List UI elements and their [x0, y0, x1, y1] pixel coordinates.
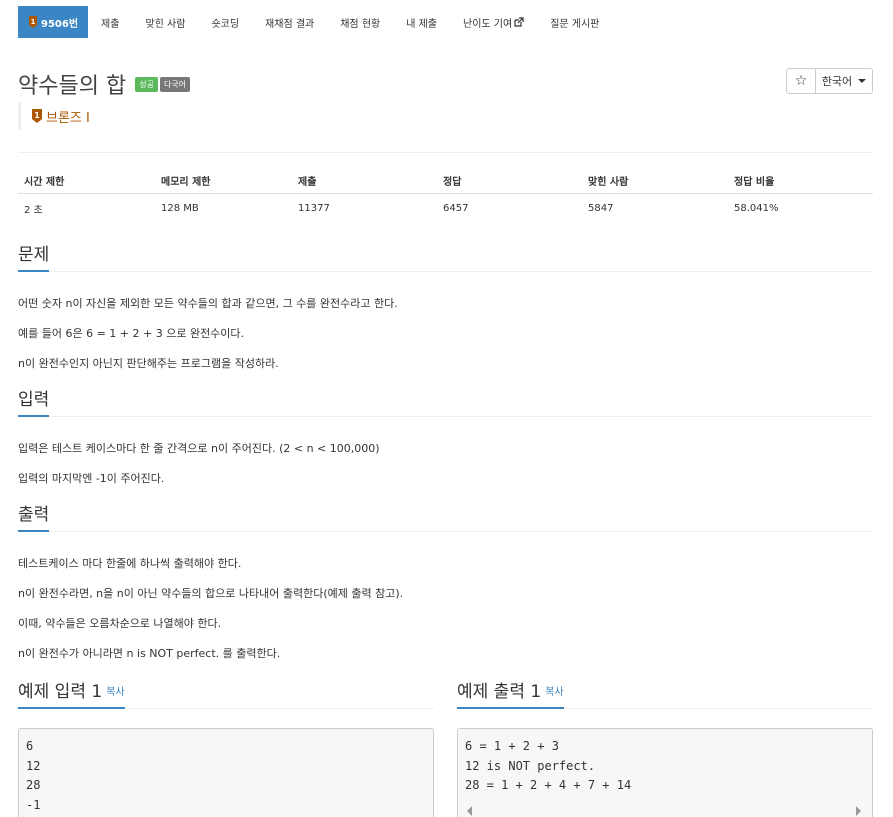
tab-my-submissions[interactable]: 내 제출	[393, 6, 450, 38]
section-problem-heading: 문제	[18, 244, 873, 272]
sample-output-heading: 예제 출력 1 복사	[457, 681, 564, 709]
sample-input-title: 예제 입력 1	[18, 682, 103, 702]
output-text-line: 테스트케이스 마다 한줄에 하나씩 출력해야 한다.	[18, 557, 242, 570]
sample-output-title: 예제 출력 1	[457, 682, 542, 702]
success-badge: 성공	[135, 76, 158, 92]
time-limit-value: 2 초	[24, 204, 43, 216]
problem-nav-tabs: 1 9506번 제출 맞힌 사람 숏코딩 재채점 결과 채점 현황 내 제출 난…	[18, 6, 612, 38]
header-solved-users: 맞힌 사람	[588, 177, 629, 188]
section-input-heading: 입력	[18, 389, 873, 417]
tab-judge-status[interactable]: 채점 현황	[327, 6, 393, 38]
table-row: 2 초 128 MB 11377 6457 5847 58.041%	[18, 194, 873, 222]
sample-input-heading-row: 예제 입력 1 복사	[18, 681, 434, 709]
page-title: 약수들의 합	[18, 74, 127, 99]
solved-users-value: 5847	[588, 202, 614, 214]
sample-input-heading: 예제 입력 1 복사	[18, 681, 125, 709]
input-text-line: 입력은 테스트 케이스마다 한 줄 간격으로 n이 주어진다. (2 < n <…	[18, 442, 380, 455]
tab-problem[interactable]: 1 9506번	[18, 6, 89, 38]
header-memory-limit: 메모리 제한	[161, 177, 211, 188]
section-output-heading: 출력	[18, 504, 873, 532]
problem-text-line: n이 완전수인지 아닌지 판단해주는 프로그램을 작성하라.	[18, 357, 279, 370]
accept-ratio-value: 58.041%	[734, 202, 779, 214]
tab-short-coding[interactable]: 숏코딩	[198, 6, 252, 38]
header-time-limit: 시간 제한	[24, 177, 65, 188]
output-text-line: 이때, 약수들은 오름차순으로 나열해야 한다.	[18, 617, 222, 630]
input-heading: 입력	[18, 389, 50, 417]
svg-text:1: 1	[34, 111, 40, 120]
tab-submit[interactable]: 제출	[88, 6, 132, 38]
submissions-value: 11377	[298, 202, 330, 214]
problem-number: 9506번	[41, 18, 79, 30]
tier-block: 1 브론즈 I	[18, 102, 90, 130]
language-label: 한국어	[821, 75, 853, 88]
svg-text:1: 1	[31, 18, 36, 26]
tab-difficulty-contribution[interactable]: 난이도 기여	[450, 6, 537, 38]
copy-sample-output-button[interactable]: 복사	[545, 687, 563, 698]
language-dropdown[interactable]: 한국어	[815, 68, 873, 94]
star-icon: ☆	[794, 73, 808, 89]
tab-rejudge-results[interactable]: 재채점 결과	[252, 6, 327, 38]
problem-info-table: 시간 제한 메모리 제한 제출 정답 맞힌 사람 정답 비율 2 초 128 M…	[18, 168, 873, 222]
sample-output-heading-row: 예제 출력 1 복사	[457, 681, 873, 709]
output-text-line: n이 완전수가 아니라면 n is NOT perfect. 를 출력한다.	[18, 647, 281, 660]
header-accept-ratio: 정답 비율	[734, 177, 775, 188]
page-title-row: 약수들의 합 성공 다국어	[18, 68, 191, 100]
caret-down-icon	[858, 79, 867, 83]
favorite-star-button[interactable]: ☆	[786, 68, 816, 94]
tab-question-board[interactable]: 질문 게시판	[537, 6, 612, 38]
memory-limit-value: 128 MB	[161, 202, 199, 214]
tab-difficulty-label: 난이도 기여	[463, 18, 513, 30]
scroll-left-arrow-icon[interactable]	[467, 806, 472, 816]
external-link-icon	[514, 17, 524, 27]
divider	[18, 152, 873, 153]
tier-label[interactable]: 브론즈 I	[46, 107, 90, 126]
header-accepted: 정답	[443, 177, 462, 188]
multilang-badge: 다국어	[159, 76, 191, 92]
output-heading: 출력	[18, 504, 50, 532]
header-submissions: 제출	[298, 177, 317, 188]
scroll-right-arrow-icon[interactable]	[856, 806, 861, 816]
input-text-line: 입력의 마지막엔 -1이 주어진다.	[18, 472, 165, 485]
output-text-line: n이 완전수라면, n을 n이 아닌 약수들의 합으로 나타내어 출력한다(예제…	[18, 587, 404, 600]
tab-solved-users[interactable]: 맞힌 사람	[132, 6, 198, 38]
sample-output-box[interactable]: 6 = 1 + 2 + 3 12 is NOT perfect. 28 = 1 …	[457, 728, 873, 817]
table-header-row: 시간 제한 메모리 제한 제출 정답 맞힌 사람 정답 비율	[18, 168, 873, 194]
copy-sample-input-button[interactable]: 복사	[106, 687, 124, 698]
problem-text-line: 어떤 숫자 n이 자신을 제외한 모든 약수들의 합과 같으면, 그 수를 완전…	[18, 297, 398, 310]
problem-text-line: 예를 들어 6은 6 = 1 + 2 + 3 으로 완전수이다.	[18, 327, 245, 340]
bronze-tier-icon: 1	[32, 109, 42, 123]
bronze-medal-icon: 1	[29, 16, 37, 28]
accepted-value: 6457	[443, 202, 469, 214]
problem-heading: 문제	[18, 244, 50, 272]
sample-input-box[interactable]: 6 12 28 -1	[18, 728, 434, 817]
